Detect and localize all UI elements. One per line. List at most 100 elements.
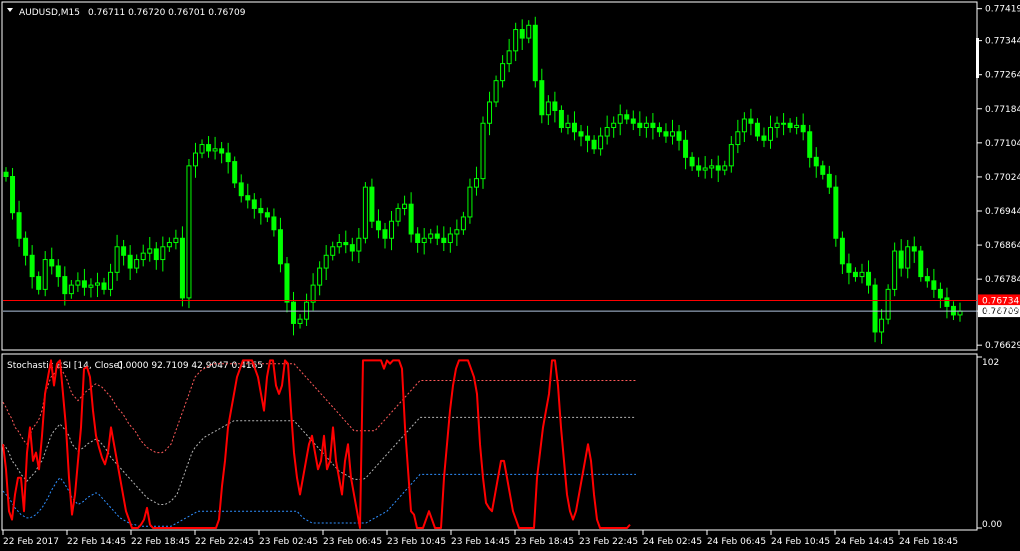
ohlc-values: 0.76711 0.76720 0.76701 0.76709 [88,8,246,18]
candle-body [362,186,368,239]
price-tick-label: 0.77419 [985,5,1020,15]
candle-body [656,127,662,133]
bid-price-label: 0.76734 [982,296,1019,306]
candle-body [323,254,329,269]
candle-body [761,135,767,141]
candle-body [447,233,453,244]
candle-body [794,124,800,129]
candle-body [245,195,251,201]
candle-body [826,173,832,188]
candle-body [480,122,486,180]
candle-body [134,259,140,269]
price-tick-label: 0.77344 [985,37,1020,47]
candle-body [232,161,238,184]
candle-body [389,220,395,239]
candle-body [317,267,323,286]
candle-body [663,131,669,137]
candle-body [173,237,179,244]
candle-body [532,24,538,82]
candle-body [937,288,943,299]
candle-body [49,259,55,267]
candle-body [709,165,715,169]
candle-body [369,186,375,222]
price-tick-label: 0.76864 [985,241,1020,251]
candle-body [284,263,290,303]
candle-body [552,101,558,111]
time-tick-label: 23 Feb 14:45 [451,537,510,547]
candle-body [735,131,741,146]
candle-body [408,203,414,235]
candle-body [3,171,9,177]
candle-body [519,29,525,39]
candle-body [820,165,826,175]
candle-body [42,259,48,290]
price-tick-label: 0.77024 [985,173,1020,183]
candle-body [866,271,872,286]
time-tick-label: 24 Feb 18:45 [899,537,958,547]
candle-body [506,50,512,65]
time-tick-label: 23 Feb 18:45 [515,537,574,547]
candle-body [277,229,283,265]
candle-body [271,216,277,231]
candle-body [754,122,760,137]
candle-body [931,280,937,290]
candle-body [676,131,682,141]
candle-body [669,131,675,137]
candle-body [696,165,702,171]
candle-body [94,282,100,286]
candle-body [872,284,878,333]
candle-body [108,271,114,290]
candle-body [382,229,388,239]
candle-body [375,220,381,231]
candle-body [206,144,212,152]
indicator-tick-label: 0.00 [982,520,1002,530]
candle-body [683,139,689,158]
candle-body [62,276,68,295]
time-tick-label: 24 Feb 06:45 [707,537,766,547]
candle-body [879,318,885,333]
price-tick-label: 0.76629 [985,341,1020,351]
candle-body [781,122,787,125]
time-tick-label: 23 Feb 06:45 [323,537,382,547]
candle-body [114,246,120,273]
price-tick-label: 0.77104 [985,139,1020,149]
candle-body [650,122,656,129]
candle-body [166,242,172,248]
candle-body [624,114,630,120]
stoch-rsi-series [2,359,631,529]
chart-canvas[interactable]: AUDUSD,M15 0.76711 0.76720 0.76701 0.767… [0,0,1020,551]
candle-body [689,156,695,167]
candle-body [715,165,721,171]
chart-scroll-marker[interactable] [976,38,979,78]
time-tick-label: 22 Feb 14:45 [67,537,126,547]
candle-body [944,297,950,307]
candle-body [813,156,819,167]
candle-body [460,216,466,231]
candle-body [16,212,22,239]
candle-body [539,80,545,116]
candle-body [29,254,35,278]
candle-body [741,118,747,133]
time-tick-label: 23 Feb 10:45 [387,537,446,547]
candle-body [395,207,401,222]
candle-body [310,284,316,303]
candle-body [787,122,793,129]
candle-body [702,167,708,171]
time-tick-label: 24 Feb 02:45 [643,537,702,547]
candle-body [585,135,591,141]
candle-body [428,233,434,239]
candle-body [101,282,107,290]
candle-body [258,207,264,214]
time-tick-label: 24 Feb 10:45 [771,537,830,547]
candle-body [153,248,159,261]
candle-body [192,152,198,167]
candle-body [127,254,133,269]
candle-body [75,280,81,286]
chart-menu-triangle-icon[interactable] [7,8,13,12]
candle-body [905,246,911,269]
candle-body [140,252,146,261]
candle-body [500,63,506,82]
candle-body [356,237,362,252]
indicator-name: Stochastic RSI [14, Close] [7,361,123,371]
candle-body [611,122,617,129]
